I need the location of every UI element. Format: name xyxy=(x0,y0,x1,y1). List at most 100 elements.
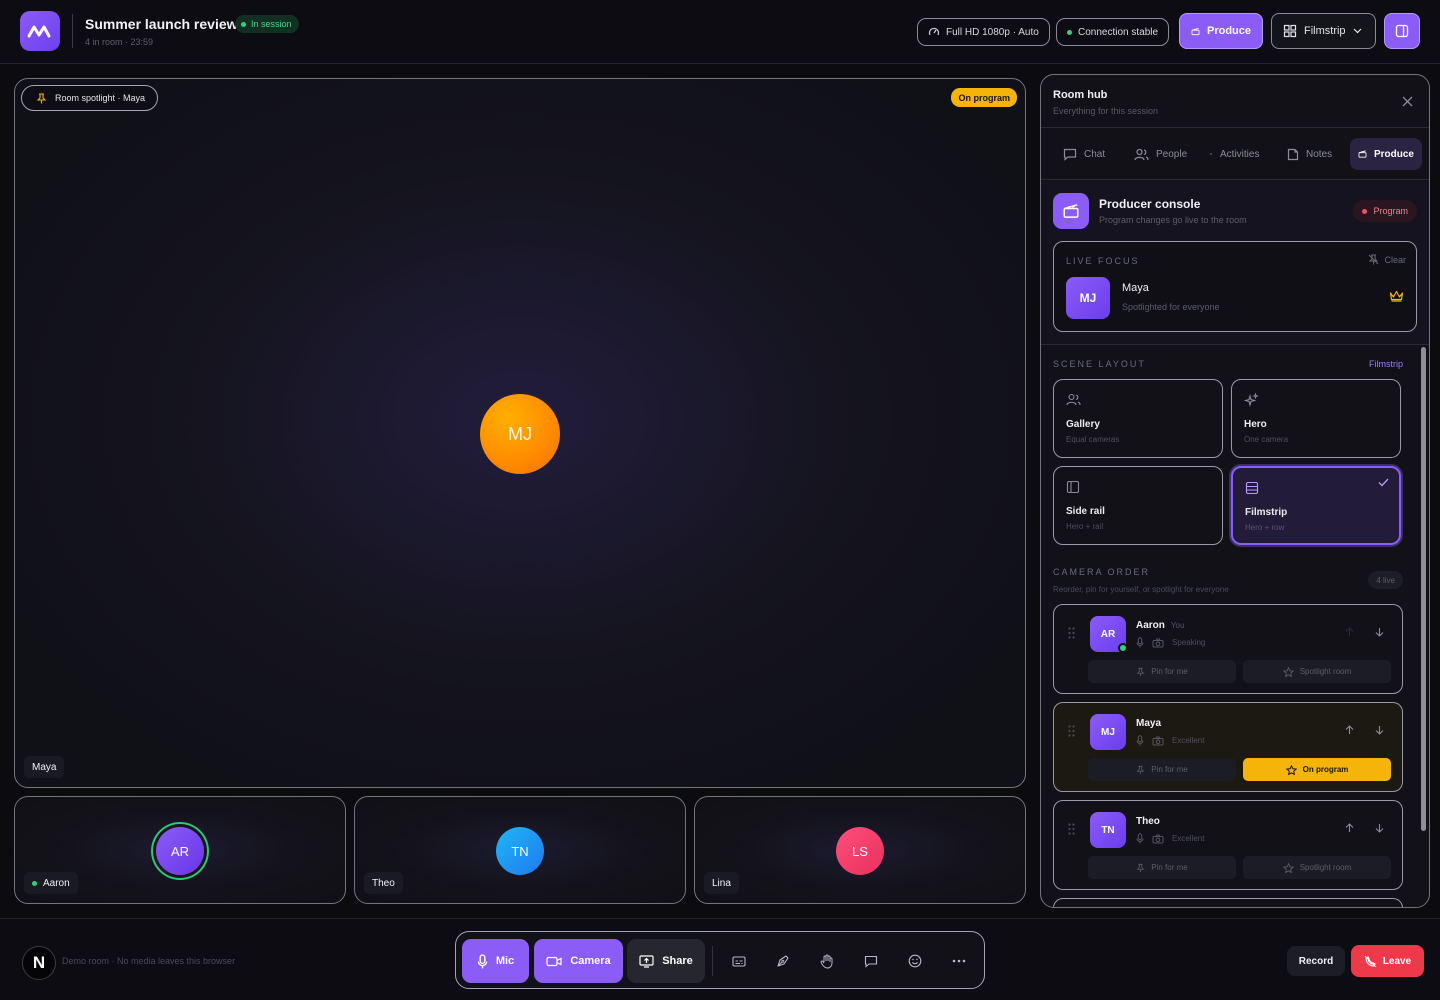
connection-label: Connection stable xyxy=(1078,26,1159,38)
n-logo[interactable]: N xyxy=(22,946,56,980)
participant-tile-aaron[interactable]: AR Aaron xyxy=(14,796,346,904)
topbar-divider xyxy=(72,14,73,48)
layout-sub: One camera xyxy=(1244,435,1289,444)
share-button[interactable]: Share xyxy=(627,939,705,983)
camera-meta: Excellent xyxy=(1136,833,1204,844)
annotate-button[interactable] xyxy=(769,947,797,975)
tab-activities[interactable]: Activities xyxy=(1201,138,1267,170)
tab-produce[interactable]: Produce xyxy=(1350,138,1422,170)
tab-notes[interactable]: Notes xyxy=(1279,138,1340,170)
share-label: Share xyxy=(662,955,693,967)
grip-icon xyxy=(1068,823,1075,835)
grip-icon xyxy=(1068,627,1075,639)
drag-handle[interactable] xyxy=(1068,823,1075,835)
camera-name: Theo xyxy=(1136,816,1160,827)
chat-button[interactable] xyxy=(857,947,885,975)
camera-order-item[interactable] xyxy=(1053,898,1403,907)
tab-people[interactable]: People xyxy=(1126,138,1195,170)
drag-handle[interactable] xyxy=(1068,725,1075,737)
panel-title: Room hub xyxy=(1053,89,1108,101)
move-up-button[interactable] xyxy=(1345,627,1354,637)
live-count-badge: 4 live xyxy=(1368,571,1403,589)
pin-for-me-button[interactable]: Pin for me xyxy=(1088,660,1236,683)
produce-button[interactable]: Produce xyxy=(1179,13,1263,49)
camera-order-label: CAMERA ORDER xyxy=(1053,567,1151,577)
camera-order-item[interactable]: AR Aaron You Speaking Pin for me Spotligh… xyxy=(1053,604,1403,694)
wave-logo-icon xyxy=(27,25,51,38)
pin-label: Pin for me xyxy=(1151,667,1188,676)
live-focus-card: LIVE FOCUS Clear MJ Maya Spotlighted for… xyxy=(1053,241,1417,332)
grid-icon xyxy=(1283,24,1297,38)
layout-option-gallery[interactable]: Gallery Equal cameras xyxy=(1053,379,1223,458)
record-button[interactable]: Record xyxy=(1287,946,1345,976)
room-spotlight-pill[interactable]: Room spotlight · Maya xyxy=(21,85,159,111)
camera-avatar: MJ xyxy=(1090,714,1126,750)
grip-icon xyxy=(1068,725,1075,737)
people-icon xyxy=(1134,148,1149,160)
clear-focus-button[interactable]: Clear xyxy=(1368,254,1406,265)
clear-label: Clear xyxy=(1384,254,1406,265)
tile-name: Aaron xyxy=(43,877,70,889)
raise-hand-button[interactable] xyxy=(813,947,841,975)
move-down-button[interactable] xyxy=(1375,823,1384,833)
participant-tile-theo[interactable]: TN Theo xyxy=(354,796,686,904)
captions-button[interactable] xyxy=(725,947,753,975)
producer-scroll-area[interactable]: SCENE LAYOUT Filmstrip Gallery Equal cam… xyxy=(1041,345,1429,907)
spotlight-room-button[interactable]: Spotlight room xyxy=(1243,660,1391,683)
toggle-panel-button[interactable] xyxy=(1384,13,1420,49)
selected-check xyxy=(1378,478,1389,487)
demo-notice: Demo room · No media leaves this browser xyxy=(62,956,236,966)
quality-selector[interactable]: Full HD 1080p · Auto xyxy=(917,18,1050,46)
clapper-icon xyxy=(1358,150,1367,158)
layout-option-hero[interactable]: Hero One camera xyxy=(1231,379,1401,458)
layout-option-side-rail[interactable]: Side rail Hero + rail xyxy=(1053,466,1223,545)
layout-dropdown-label: Filmstrip xyxy=(1304,25,1346,37)
console-icon-box xyxy=(1053,193,1089,229)
camera-meta: Speaking xyxy=(1136,637,1205,648)
on-program-label: On program xyxy=(1302,765,1349,774)
camera-name: Aaron You xyxy=(1136,620,1184,631)
pin-label: Pin for me xyxy=(1151,765,1188,774)
panel-scrollbar[interactable] xyxy=(1421,347,1426,831)
app-logo[interactable] xyxy=(20,11,60,51)
close-panel-button[interactable] xyxy=(1402,96,1413,107)
move-down-button[interactable] xyxy=(1375,627,1384,637)
layout-sub: Equal cameras xyxy=(1066,435,1120,444)
spotlight-room-button[interactable]: Spotlight room xyxy=(1243,856,1391,879)
layout-dropdown[interactable]: Filmstrip xyxy=(1271,13,1376,49)
video-camera-icon xyxy=(546,956,562,966)
pin-for-me-button[interactable]: Pin for me xyxy=(1088,758,1236,781)
tile-avatar: TN xyxy=(496,827,544,875)
top-bar: Summer launch review In session 4 in roo… xyxy=(0,0,1440,64)
mic-button[interactable]: Mic xyxy=(462,939,529,983)
on-program-button[interactable]: On program xyxy=(1243,758,1391,781)
meeting-title: Summer launch review xyxy=(85,16,238,32)
camera-button[interactable]: Camera xyxy=(534,939,623,983)
move-up-button[interactable] xyxy=(1345,823,1354,833)
reactions-button[interactable] xyxy=(901,947,929,975)
notes-icon xyxy=(1287,148,1299,160)
camera-name: Maya xyxy=(1136,718,1162,729)
you-label: You xyxy=(1170,621,1185,630)
camera-order-item[interactable]: TN Theo Excellent Pin for me Spotlight r… xyxy=(1053,800,1403,890)
mic-icon xyxy=(1136,637,1144,648)
sidebar-toggle-icon xyxy=(1395,24,1409,38)
layout-sub: Hero + row xyxy=(1245,523,1285,532)
participant-tile-lina[interactable]: LS Lina xyxy=(694,796,1026,904)
connection-status[interactable]: Connection stable xyxy=(1056,18,1170,46)
leave-button[interactable]: Leave xyxy=(1351,945,1424,977)
move-up-button[interactable] xyxy=(1345,725,1354,735)
check-icon xyxy=(1378,478,1389,487)
main-stage[interactable]: Room spotlight · Maya On program MJ Maya xyxy=(14,78,1026,788)
more-options-button[interactable] xyxy=(945,947,973,975)
camera-icon xyxy=(1152,638,1164,647)
move-down-button[interactable] xyxy=(1375,725,1384,735)
tab-chat[interactable]: Chat xyxy=(1055,138,1113,170)
camera-label: Camera xyxy=(570,955,611,967)
pin-for-me-button[interactable]: Pin for me xyxy=(1088,856,1236,879)
arrow-up-icon xyxy=(1345,627,1354,636)
drag-handle[interactable] xyxy=(1068,627,1075,639)
layout-option-filmstrip[interactable]: Filmstrip Hero + row xyxy=(1231,466,1401,545)
camera-order-item[interactable]: MJ Maya Excellent Pin for me On program xyxy=(1053,702,1403,792)
pin-icon xyxy=(1136,863,1145,872)
